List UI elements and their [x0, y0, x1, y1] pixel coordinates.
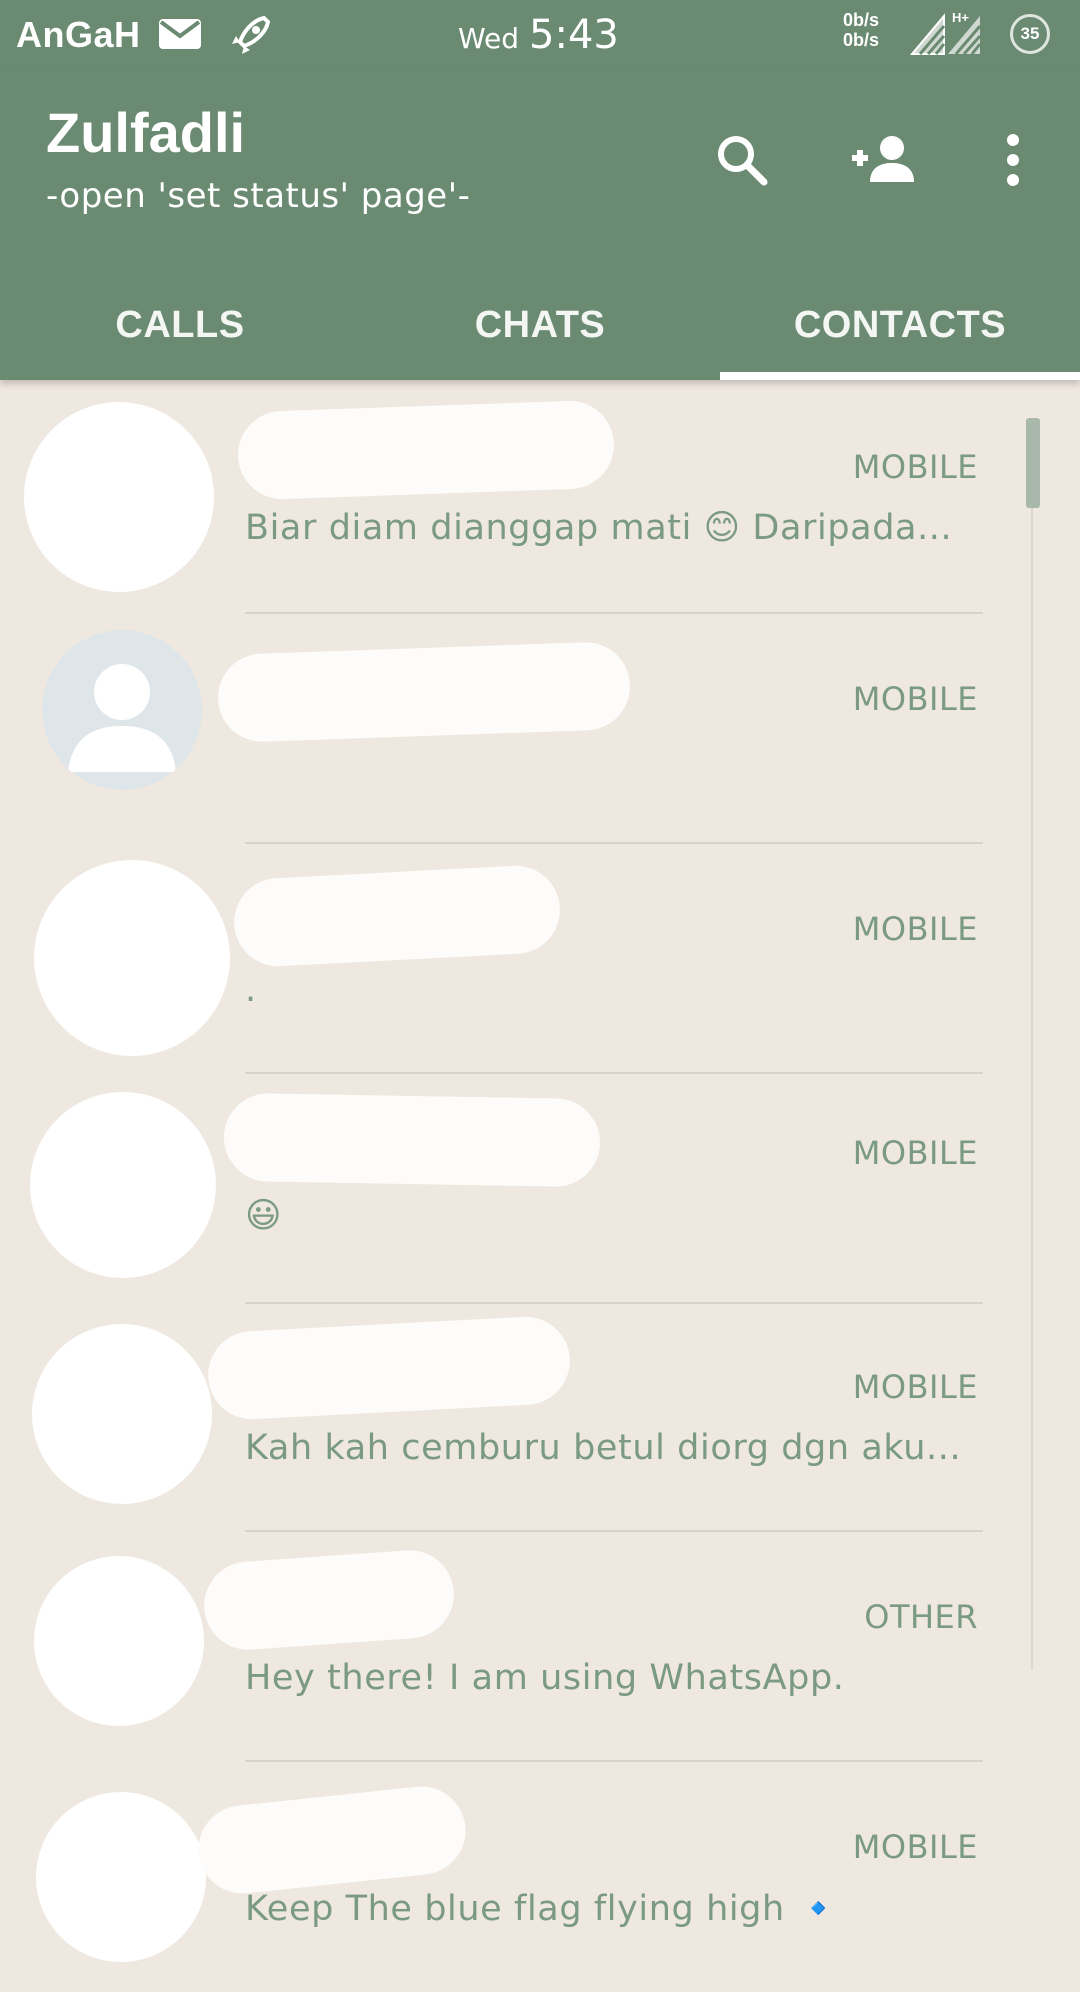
status-bar: AnGaH Wed 5:43 0b/s 0b/s H+ 35: [0, 0, 1080, 70]
contact-type-label: MOBILE: [852, 448, 978, 486]
contact-status: Hey there! I am using WhatsApp.: [245, 1658, 845, 1698]
list-item[interactable]: OTHER Hey there! I am using WhatsApp.: [0, 1532, 1080, 1762]
tab-bar: CALLS CHATS CONTACTS: [0, 270, 1080, 380]
avatar[interactable]: [34, 860, 230, 1056]
clock: Wed 5:43: [458, 12, 619, 58]
rocket-icon: [226, 10, 276, 64]
avatar[interactable]: [30, 1092, 216, 1278]
contact-type-label: MOBILE: [852, 680, 978, 718]
contact-type-label: MOBILE: [852, 1134, 978, 1172]
avatar[interactable]: [24, 402, 214, 592]
carrier-name: AnGaH: [16, 14, 141, 55]
scroll-track: [1031, 420, 1033, 1670]
list-item[interactable]: MOBILE Keep The blue flag flying high 🔹: [0, 1762, 1080, 1992]
search-icon[interactable]: [702, 120, 782, 200]
contact-status: .: [245, 970, 257, 1010]
contact-status: 😃: [245, 1196, 283, 1236]
contact-type-label: MOBILE: [852, 1828, 978, 1866]
redacted-name: [216, 640, 632, 744]
tab-contacts[interactable]: CONTACTS: [720, 270, 1080, 380]
signal-hplus-icon: H+: [946, 10, 982, 60]
contact-type-label: MOBILE: [852, 1368, 978, 1406]
redacted-name: [201, 1547, 457, 1653]
avatar[interactable]: [34, 1556, 204, 1726]
redacted-name: [231, 863, 563, 969]
scrollbar-thumb[interactable]: [1026, 418, 1040, 508]
profile-name[interactable]: Zulfadli: [46, 100, 245, 165]
battery-icon: 35: [1010, 14, 1050, 54]
network-speed: 0b/s 0b/s: [843, 10, 880, 50]
more-options-icon[interactable]: [973, 120, 1053, 200]
list-item[interactable]: MOBILE 😃: [0, 1074, 1080, 1304]
contact-status: Kah kah cemburu betul diorg dgn aku...: [245, 1428, 962, 1468]
signal-icon: [909, 12, 946, 60]
avatar[interactable]: [36, 1792, 206, 1962]
contact-type-label: MOBILE: [852, 910, 978, 948]
contact-status: Keep The blue flag flying high 🔹: [245, 1889, 841, 1929]
mail-icon: [158, 18, 202, 54]
list-item[interactable]: MOBILE Kah kah cemburu betul diorg dgn a…: [0, 1304, 1080, 1534]
contact-status: Biar diam dianggap mati 😊 Daripada...: [245, 508, 953, 548]
avatar[interactable]: [32, 1324, 212, 1504]
redacted-name: [236, 399, 616, 501]
tab-calls[interactable]: CALLS: [0, 270, 360, 380]
list-item[interactable]: MOBILE Biar diam dianggap mati 😊 Daripad…: [0, 382, 1080, 612]
list-item[interactable]: MOBILE: [0, 614, 1080, 844]
contact-type-label: OTHER: [864, 1598, 978, 1636]
list-item[interactable]: MOBILE .: [0, 844, 1080, 1074]
redacted-name: [194, 1782, 470, 1898]
tab-chats[interactable]: CHATS: [360, 270, 720, 380]
profile-status[interactable]: -open 'set status' page'-: [46, 176, 470, 216]
default-avatar-icon[interactable]: [42, 630, 202, 790]
redacted-name: [205, 1314, 573, 1422]
add-contact-icon[interactable]: [844, 120, 924, 200]
app-bar: Zulfadli -open 'set status' page'- CALLS…: [0, 70, 1080, 380]
redacted-name: [223, 1092, 601, 1188]
